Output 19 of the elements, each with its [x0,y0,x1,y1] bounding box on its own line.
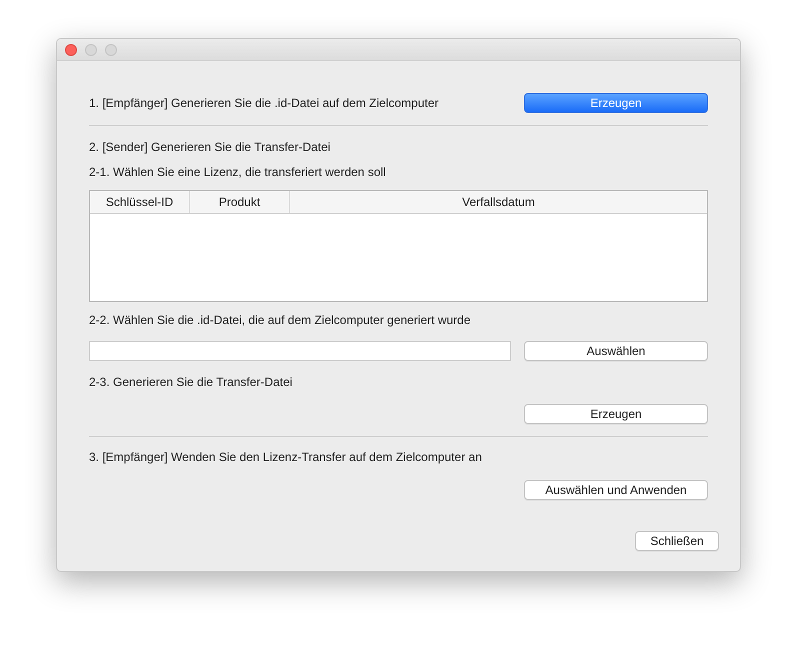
license-table[interactable]: Schlüssel-ID Produkt Verfallsdatum [89,190,708,302]
column-header[interactable]: Verfallsdatum [290,191,707,213]
close-window-icon[interactable] [65,44,77,56]
close-button[interactable]: Schließen [635,531,719,551]
select-button[interactable]: Auswählen [524,341,708,361]
generate-button[interactable]: Erzeugen [524,404,708,424]
column-header[interactable]: Produkt [190,191,290,213]
select-and-apply-button[interactable]: Auswählen und Anwenden [524,480,708,500]
generate-button[interactable]: Erzeugen [524,93,708,113]
minimize-window-icon[interactable] [85,44,97,56]
file-path-field[interactable] [89,341,511,361]
step-label: 2-2. Wählen Sie die .id-Datei, die auf dem Zielcomputer generiert wurde [89,312,472,328]
column-header[interactable]: Schlüssel-ID [90,191,190,213]
step-label: 2-1. Wählen Sie eine Lizenz, die transferiert werden soll [89,164,387,180]
zoom-window-icon[interactable] [105,44,117,56]
step-label: 2-3. Generieren Sie die Transfer-Datei [89,374,294,390]
step-label: 2. [Sender] Generieren Sie die Transfer-Datei [89,139,332,155]
step-label: 3. [Empfänger] Wenden Sie den Lizenz-Transfer auf dem Zielcomputer an [89,449,483,465]
step-label: 1. [Empfänger] Generieren Sie die .id-Datei auf dem Zielcomputer [89,95,439,111]
